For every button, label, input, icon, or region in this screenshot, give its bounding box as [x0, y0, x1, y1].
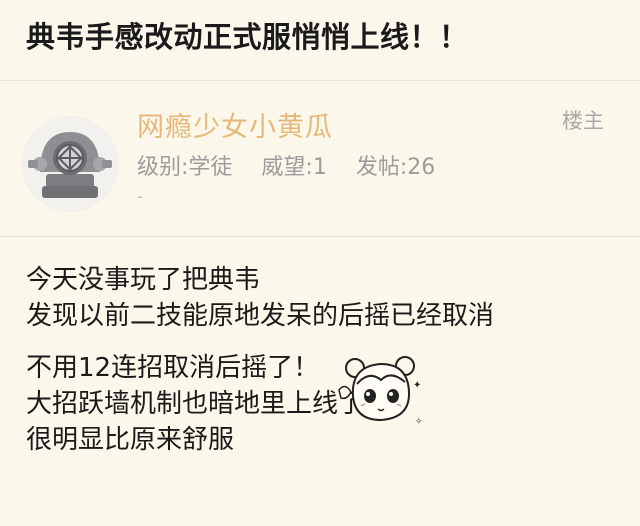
thread-title-bar: 典韦手感改动正式服悄悄上线！！: [0, 0, 640, 81]
post-line: 不用12连招取消后摇了！: [26, 353, 320, 383]
post-line: 很明显比原来舒服: [26, 425, 235, 455]
post-line: 发现以前二技能原地发呆的后摇已经取消: [26, 301, 495, 331]
author-level: 级别:学徒: [137, 155, 233, 180]
post-body: 今天没事玩了把典韦 发现以前二技能原地发呆的后摇已经取消 不用12连招取消后摇了…: [26, 262, 626, 458]
diving-helmet-icon: [22, 116, 118, 212]
thread-title: 典韦手感改动正式服悄悄上线！！: [26, 20, 469, 54]
author-signature: -: [137, 187, 143, 206]
svg-text:✦: ✦: [413, 380, 421, 391]
floor-label: 楼主: [562, 109, 604, 133]
author-stats: 级别:学徒 威望:1 发帖:26: [137, 149, 457, 181]
anime-girl-sticker-icon: ✦ ✧: [335, 352, 425, 434]
post-header: 网瘾少女小黄瓜 楼主 级别:学徒 威望:1 发帖:26 -: [0, 81, 640, 237]
author-post-count: 发帖:26: [355, 155, 436, 180]
author-username[interactable]: 网瘾少女小黄瓜: [137, 105, 333, 144]
author-avatar[interactable]: [22, 116, 118, 212]
svg-text:✧: ✧: [415, 417, 423, 427]
post-line: 大招跃墙机制也暗地里上线了: [26, 389, 365, 419]
author-prestige: 威望:1: [261, 155, 327, 180]
post-line: 今天没事玩了把典韦: [26, 265, 261, 295]
